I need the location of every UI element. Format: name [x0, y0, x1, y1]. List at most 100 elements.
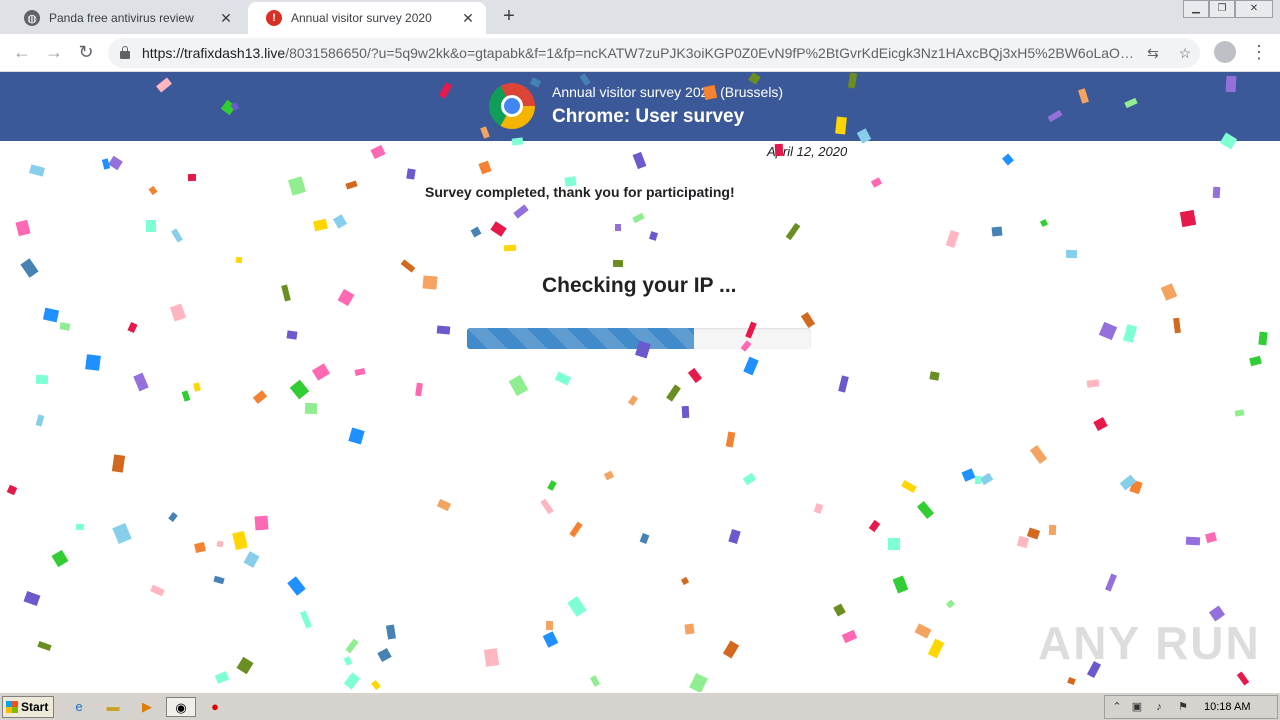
tab-panda-review[interactable]: ◍ Panda free antivirus review ✕: [6, 2, 244, 34]
minimize-button[interactable]: ▁: [1183, 0, 1209, 18]
confetti-piece: [377, 647, 392, 663]
confetti-piece: [615, 224, 621, 231]
confetti-piece: [1173, 317, 1181, 334]
menu-icon[interactable]: ⋮: [1250, 41, 1268, 65]
confetti-piece: [243, 551, 260, 568]
confetti-piece: [503, 244, 517, 252]
confetti-piece: [914, 623, 932, 639]
confetti-piece: [1249, 355, 1262, 367]
close-icon[interactable]: ✕: [214, 10, 238, 27]
confetti-piece: [371, 680, 381, 690]
confetti-piece: [945, 599, 956, 609]
confetti-piece: [483, 648, 500, 667]
confetti-piece: [1002, 153, 1014, 166]
volume-icon[interactable]: ♪: [1151, 699, 1167, 715]
confetti-piece: [400, 259, 416, 273]
confetti-piece: [35, 374, 49, 385]
taskbar: Start e ▬ ▶ ◉ ● ⌃ ▣ ♪ ⚑ 10:18 AM: [0, 692, 1280, 720]
flag-icon[interactable]: ⚑: [1175, 699, 1191, 715]
confetti-piece: [343, 672, 361, 690]
confetti-piece: [415, 382, 423, 397]
window-close-button[interactable]: ✕: [1235, 0, 1273, 18]
confetti-piece: [838, 375, 849, 393]
confetti-piece: [169, 303, 187, 322]
restore-button[interactable]: ❐: [1209, 0, 1235, 18]
tab-strip: ◍ Panda free antivirus review ✕ ! Annual…: [0, 0, 1280, 34]
confetti-piece: [639, 533, 650, 544]
close-icon[interactable]: ✕: [456, 10, 480, 27]
confetti-piece: [1093, 417, 1108, 431]
start-button[interactable]: Start: [2, 696, 54, 718]
confetti-piece: [813, 503, 824, 514]
media-player-icon[interactable]: ▶: [136, 697, 158, 717]
confetti-piece: [1067, 676, 1076, 686]
confetti-piece: [722, 640, 740, 659]
confetti-piece: [1029, 444, 1048, 465]
confetti-piece: [666, 384, 681, 402]
confetti-piece: [112, 522, 132, 545]
confetti-piece: [304, 402, 318, 415]
confetti-piece: [681, 405, 690, 419]
lock-icon: [120, 46, 130, 59]
confetti-piece: [1039, 218, 1049, 228]
confetti-piece: [148, 185, 158, 196]
confetti-piece: [194, 542, 206, 553]
confetti-piece: [1185, 536, 1201, 546]
folder-icon[interactable]: ▬: [102, 697, 124, 717]
confetti-piece: [337, 288, 355, 307]
internet-explorer-icon[interactable]: e: [68, 697, 90, 717]
confetti-piece: [146, 220, 156, 232]
bookmark-star-icon[interactable]: ☆: [1176, 44, 1194, 62]
address-bar[interactable]: https://trafixdash13.live/8031586650/?u=…: [108, 38, 1200, 68]
tray-expand-icon[interactable]: ⌃: [1109, 699, 1125, 715]
confetti-piece: [1026, 527, 1041, 540]
browser-window: ◍ Panda free antivirus review ✕ ! Annual…: [0, 0, 1280, 72]
confetti-piece: [1016, 535, 1030, 549]
network-icon[interactable]: ▣: [1129, 699, 1145, 715]
confetti-piece: [800, 311, 816, 329]
confetti-piece: [127, 321, 138, 334]
confetti-piece: [287, 576, 306, 596]
confetti-piece: [508, 374, 529, 397]
confetti-piece: [108, 155, 123, 171]
confetti-piece: [1098, 321, 1118, 341]
profile-avatar[interactable]: [1214, 41, 1236, 63]
forward-button[interactable]: →: [42, 41, 66, 65]
confetti-piece: [59, 322, 71, 331]
tab-title: Panda free antivirus review: [49, 11, 194, 25]
chrome-taskbar-icon[interactable]: ◉: [166, 697, 196, 717]
confetti-piece: [289, 379, 310, 400]
confetti-piece: [37, 640, 52, 652]
confetti-piece: [422, 275, 438, 290]
confetti-piece: [870, 177, 883, 188]
url-host: https://trafixdash13.live: [142, 45, 286, 61]
tab-annual-survey[interactable]: ! Annual visitor survey 2020 ✕: [248, 2, 486, 34]
confetti-piece: [1205, 531, 1217, 544]
banner-title: Chrome: User survey: [552, 106, 745, 127]
confetti-piece: [1258, 331, 1268, 346]
confetti-piece: [680, 576, 690, 586]
confetti-piece: [632, 212, 645, 224]
confetti-piece: [101, 158, 111, 170]
confetti-piece: [590, 675, 600, 687]
confetti-piece: [569, 521, 583, 538]
survey-date: April 12, 2020: [767, 144, 848, 159]
confetti-piece: [1234, 409, 1245, 417]
confetti-piece: [1119, 474, 1137, 491]
new-tab-button[interactable]: +: [498, 6, 520, 28]
confetti-piece: [235, 256, 243, 264]
alert-taskbar-icon[interactable]: ●: [204, 697, 226, 717]
reload-button[interactable]: ↻: [74, 41, 98, 65]
globe-icon: ◍: [24, 10, 40, 26]
back-button[interactable]: ←: [10, 41, 34, 65]
confetti-layer: [0, 72, 1280, 692]
confetti-piece: [354, 368, 366, 376]
confetti-piece: [648, 231, 659, 241]
confetti-piece: [603, 470, 615, 481]
translate-icon[interactable]: ⇆: [1144, 44, 1162, 62]
confetti-piece: [168, 512, 178, 522]
confetti-piece: [892, 575, 909, 594]
confetti-piece: [343, 656, 353, 666]
confetti-piece: [1122, 323, 1138, 344]
confetti-piece: [1212, 186, 1221, 199]
